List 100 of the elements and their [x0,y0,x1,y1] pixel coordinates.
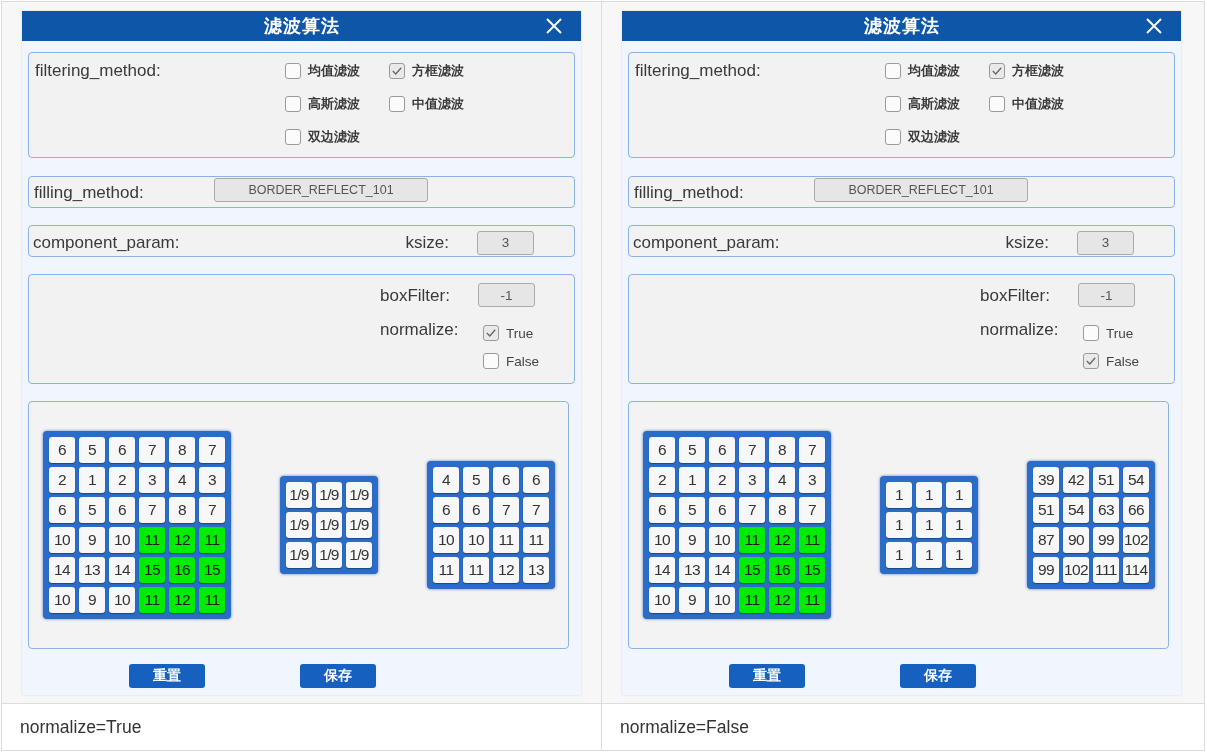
matrix-cell: 1 [916,512,942,538]
checkbox[interactable] [989,96,1005,112]
matrix-cell: 87 [1033,527,1059,553]
save-button[interactable]: 保存 [300,664,376,688]
checkbox-label: 高斯滤波 [308,95,360,113]
checkbox[interactable] [885,96,901,112]
checkbox-label: 均值滤波 [908,62,960,80]
checkbox-label: False [1106,353,1139,369]
checkbox[interactable] [285,129,301,145]
matrix-cell: 51 [1093,467,1119,493]
matrix-cell: 15 [739,557,765,583]
checkbox[interactable] [389,63,405,79]
matrix-cell: 9 [679,587,705,613]
checkbox[interactable] [483,325,499,341]
matrix-cell: 6 [109,497,135,523]
field-label: filtering_method: [635,61,762,82]
matrix-cell: 1/9 [346,542,372,568]
matrix-cell: 12 [493,557,519,583]
field-label: filling_method: [34,183,145,203]
matrix-cell: 12 [769,527,795,553]
matrix-cell: 10 [109,587,135,613]
check-icon [486,329,496,337]
matrix-cell: 6 [649,437,675,463]
matrix-cell: 12 [169,527,195,553]
caption-text: normalize=False [620,716,749,738]
matrix-cell: 66 [1123,497,1149,523]
checkbox[interactable] [885,129,901,145]
fill-method-field[interactable]: BORDER_REFLECT_101 [814,178,1028,202]
matrix-cell: 1/9 [316,542,342,568]
matrix-cell: 11 [199,527,225,553]
matrix-cell: 11 [739,527,765,553]
matrix-cell: 9 [679,527,705,553]
box-filter-field[interactable]: -1 [1078,283,1135,307]
matrix-cell: 1/9 [346,482,372,508]
matrix-cell: 10 [649,587,675,613]
close-button[interactable] [546,18,562,34]
matrix-cell: 5 [463,467,489,493]
matrix-cell: 3 [739,467,765,493]
matrix-cell: 1 [886,482,912,508]
matrix-cell: 10 [709,587,735,613]
box-filter-field[interactable]: -1 [478,283,535,307]
matrix-cell: 6 [493,467,519,493]
matrix-cell: 2 [649,467,675,493]
matrix-cell: 54 [1123,467,1149,493]
checkbox-label: 方框滤波 [1012,62,1064,80]
matrix-cell: 10 [709,527,735,553]
matrix-cell: 51 [1033,497,1059,523]
matrix-cell: 102 [1123,527,1149,553]
matrix-cell: 102 [1063,557,1089,583]
ksize-field[interactable]: 3 [477,230,534,255]
matrix-cell: 10 [109,527,135,553]
matrix-cell: 8 [169,437,195,463]
close-icon [546,18,562,34]
matrix-cell: 2 [109,467,135,493]
checkbox[interactable] [483,353,499,369]
checkbox[interactable] [1083,325,1099,341]
matrix-cell: 54 [1063,497,1089,523]
checkbox[interactable] [885,63,901,79]
close-button[interactable] [1146,18,1162,34]
matrix-cell: 6 [49,497,75,523]
matrix-cell: 4 [769,467,795,493]
matrix-cell: 7 [493,497,519,523]
matrix-cell: 99 [1093,527,1119,553]
reset-button[interactable]: 重置 [129,664,205,688]
dialog-title: 滤波算法 [863,15,940,38]
checkbox[interactable] [285,63,301,79]
matrix-cell: 3 [139,467,165,493]
field-label: ksize: [1005,232,1049,253]
matrix-cell: 6 [709,497,735,523]
matrix-cell: 1/9 [286,482,312,508]
matrix-cell: 1/9 [286,512,312,538]
matrix-cell: 5 [79,437,105,463]
checkbox[interactable] [389,96,405,112]
checkbox[interactable] [1083,353,1099,369]
matrix-cell: 1/9 [316,482,342,508]
matrix-cell: 5 [679,437,705,463]
matrix-cell: 13 [679,557,705,583]
checkbox-label: 中值滤波 [1012,95,1064,113]
checkbox-label: 中值滤波 [412,95,464,113]
reset-button[interactable]: 重置 [729,664,805,688]
matrix-cell: 39 [1033,467,1059,493]
ksize-field[interactable]: 3 [1077,230,1134,255]
close-icon [1146,18,1162,34]
checkbox[interactable] [285,96,301,112]
field-label: component_param: [33,232,181,253]
matrix-cell: 11 [139,587,165,613]
matrix-cell: 7 [139,437,165,463]
save-button[interactable]: 保存 [900,664,976,688]
matrix-cell: 6 [49,437,75,463]
field-label: normalize: [380,320,460,340]
matrix-cell: 14 [49,557,75,583]
checkbox[interactable] [989,63,1005,79]
checkbox-label: 方框滤波 [412,62,464,80]
matrix-cell: 7 [739,497,765,523]
matrix-cell: 1 [946,512,972,538]
matrix-cell: 6 [433,497,459,523]
fill-method-field[interactable]: BORDER_REFLECT_101 [214,178,428,202]
matrix-cell: 42 [1063,467,1089,493]
matrix-cell: 8 [769,437,795,463]
matrix-cell: 11 [139,527,165,553]
